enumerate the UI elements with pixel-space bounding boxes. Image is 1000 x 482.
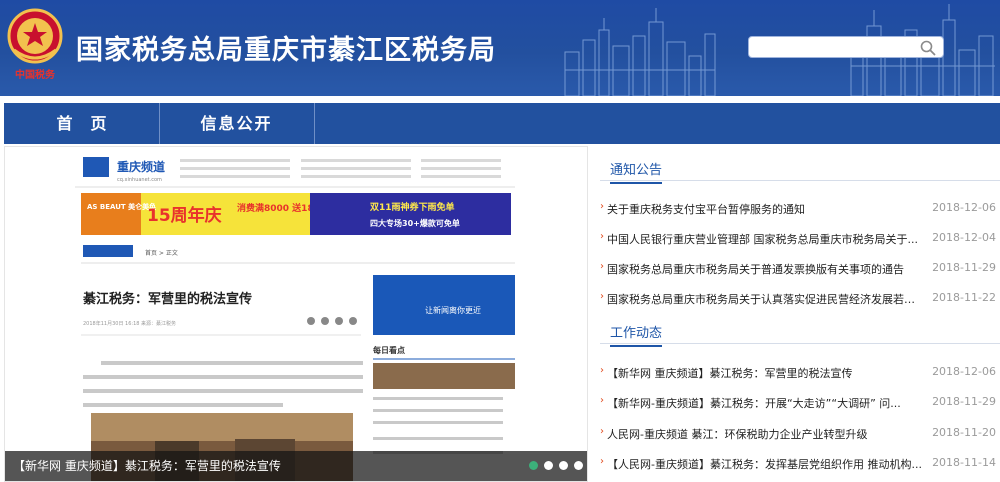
slide-site-domain: cq.xinhuanet.com bbox=[117, 177, 162, 183]
work-news-item[interactable]: › 人民网-重庆频道 綦江：环保税助力企业产业转型升级 2018-11-20 bbox=[600, 423, 1000, 443]
notice-item[interactable]: › 国家税务总局重庆市税务局关于普通发票换版有关事项的通告 2018-11-29 bbox=[600, 258, 1000, 278]
notice-item[interactable]: › 国家税务总局重庆市税务局关于认真落实促进民营经济发展若干... 2018-1… bbox=[600, 288, 1000, 308]
notice-date: 2018-11-29 bbox=[932, 261, 996, 274]
notices-header: 通知公告 bbox=[600, 157, 1000, 184]
nav-item-info-disclosure[interactable]: 信息公开 bbox=[159, 103, 314, 144]
work-news-header: 工作动态 bbox=[600, 320, 1000, 347]
notice-date: 2018-12-04 bbox=[932, 231, 996, 244]
carousel-dot[interactable] bbox=[574, 461, 583, 470]
banner-right-line-1: 双11雨神券下雨免单 bbox=[370, 201, 455, 213]
work-news-date: 2018-11-14 bbox=[932, 456, 996, 469]
notices-title[interactable]: 通知公告 bbox=[610, 159, 663, 184]
search-icon[interactable] bbox=[919, 39, 937, 56]
main-nav: 首页 信息公开 bbox=[4, 103, 1000, 144]
banner-right-line-2: 四大专场30+爆款可免单 bbox=[370, 218, 460, 228]
arrow-bullet-icon: › bbox=[600, 261, 604, 272]
notice-date: 2018-11-22 bbox=[932, 291, 996, 304]
site-header: 中国税务 国家税务总局重庆市綦江区税务局 bbox=[0, 0, 1000, 96]
notice-title[interactable]: 国家税务总局重庆市税务局关于认真落实促进民营经济发展若干... bbox=[607, 291, 925, 307]
slide-site-name: 重庆频道 bbox=[117, 159, 165, 174]
emblem-text: 中国税务 bbox=[15, 68, 56, 80]
slide-breadcrumb: 首页 > 正文 bbox=[145, 249, 178, 257]
carousel-dot[interactable] bbox=[529, 461, 538, 470]
slide-byline: 2018年11月30日 16:18 来源：綦江税务 bbox=[83, 320, 176, 327]
notice-title[interactable]: 国家税务总局重庆市税务局关于普通发票换版有关事项的通告 bbox=[607, 261, 925, 277]
carousel-slide-image[interactable]: 重庆频道 cq.xinhuanet.com AS BEAUT 美仑美奂 15周年… bbox=[5, 147, 588, 482]
carousel-caption[interactable]: 【新华网 重庆频道】綦江税务：军营里的税法宣传 bbox=[13, 457, 281, 474]
arrow-bullet-icon: › bbox=[600, 231, 604, 242]
work-news-item[interactable]: › 【新华网 重庆频道】綦江税务：军营里的税法宣传 2018-12-06 bbox=[600, 362, 1000, 382]
site-title: 国家税务总局重庆市綦江区税务局 bbox=[76, 35, 496, 66]
search-box bbox=[748, 36, 944, 58]
carousel-dots bbox=[523, 461, 583, 480]
work-news-date: 2018-11-20 bbox=[932, 426, 996, 439]
notice-title[interactable]: 关于重庆税务支付宝平台暂停服务的通知 bbox=[607, 201, 925, 217]
tax-emblem-icon: 中国税务 bbox=[7, 8, 63, 80]
notice-item[interactable]: › 关于重庆税务支付宝平台暂停服务的通知 2018-12-06 bbox=[600, 198, 1000, 218]
search-input[interactable] bbox=[755, 39, 911, 56]
notice-date: 2018-12-06 bbox=[932, 201, 996, 214]
work-news-date: 2018-12-06 bbox=[932, 365, 996, 378]
side-promo: 让新闻离你更近 bbox=[425, 305, 481, 315]
work-news-item[interactable]: › 【人民网-重庆频道】綦江税务：发挥基层党组织作用 推动机构... 2018-… bbox=[600, 453, 1000, 473]
arrow-bullet-icon: › bbox=[600, 456, 604, 467]
arrow-bullet-icon: › bbox=[600, 426, 604, 437]
arrow-bullet-icon: › bbox=[600, 365, 604, 376]
work-news-item[interactable]: › 【新华网-重庆频道】綦江税务：开展“大走访”“大调研” 问... 2018-… bbox=[600, 392, 1000, 412]
work-news-title[interactable]: 人民网-重庆频道 綦江：环保税助力企业产业转型升级 bbox=[607, 426, 925, 442]
work-news-title[interactable]: 【新华网 重庆频道】綦江税务：军营里的税法宣传 bbox=[607, 365, 925, 381]
arrow-bullet-icon: › bbox=[600, 201, 604, 212]
carousel-dot[interactable] bbox=[544, 461, 553, 470]
slide-headline: 綦江税务：军营里的税法宣传 bbox=[82, 291, 252, 307]
work-news-title[interactable]: 工作动态 bbox=[610, 322, 663, 347]
side-title: 每日看点 bbox=[373, 345, 405, 355]
banner-brand: AS BEAUT 美仑美奂 bbox=[87, 202, 156, 211]
work-news-title[interactable]: 【人民网-重庆频道】綦江税务：发挥基层党组织作用 推动机构... bbox=[607, 456, 925, 472]
arrow-bullet-icon: › bbox=[600, 291, 604, 302]
work-news-title[interactable]: 【新华网-重庆频道】綦江税务：开展“大走访”“大调研” 问... bbox=[607, 395, 925, 411]
arrow-bullet-icon: › bbox=[600, 395, 604, 406]
notice-title[interactable]: 中国人民银行重庆营业管理部 国家税务总局重庆市税务局关于... bbox=[607, 231, 925, 247]
nav-divider bbox=[314, 103, 315, 144]
nav-item-home[interactable]: 首页 bbox=[4, 103, 159, 144]
work-news-date: 2018-11-29 bbox=[932, 395, 996, 408]
carousel-dot[interactable] bbox=[559, 461, 568, 470]
banner-main: 15周年庆 bbox=[147, 205, 222, 226]
carousel-caption-bar: 【新华网 重庆频道】綦江税务：军营里的税法宣传 bbox=[5, 451, 587, 481]
notice-item[interactable]: › 中国人民银行重庆营业管理部 国家税务总局重庆市税务局关于... 2018-1… bbox=[600, 228, 1000, 248]
news-carousel[interactable]: 重庆频道 cq.xinhuanet.com AS BEAUT 美仑美奂 15周年… bbox=[4, 146, 588, 482]
